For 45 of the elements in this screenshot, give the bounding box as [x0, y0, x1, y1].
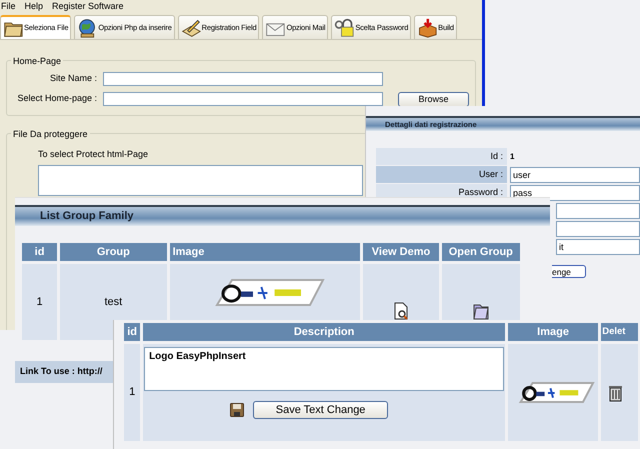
description-field[interactable]: Logo EasyPhpInsert: [144, 347, 504, 391]
text-field[interactable]: it: [556, 238, 640, 254]
globe-icon: [77, 18, 98, 38]
column-header: Group: [60, 243, 167, 261]
table-cell: 1: [22, 264, 58, 340]
open-group-button[interactable]: [472, 302, 490, 322]
column-header: Image: [170, 243, 360, 261]
field-label: Select Home-page :: [16, 92, 98, 106]
field-label: To select Protect html-Page: [38, 148, 150, 161]
text-field[interactable]: [556, 202, 640, 218]
menu-item[interactable]: Help: [24, 0, 44, 13]
field-label: Site Name :: [48, 72, 98, 86]
field-label: Id :: [376, 148, 507, 165]
menu-item[interactable]: Register Software: [52, 0, 124, 13]
browse-button[interactable]: Browse: [398, 92, 469, 106]
text-field[interactable]: pass: [510, 184, 640, 200]
menu-item[interactable]: File: [1, 0, 16, 13]
pencil-paper-icon: [180, 18, 201, 38]
column-header: Open Group: [442, 243, 520, 261]
text-field[interactable]: [556, 220, 640, 236]
window-title: List Group Family: [15, 205, 550, 226]
view-demo-button[interactable]: [393, 302, 409, 322]
column-header: id: [124, 323, 140, 341]
magnifier-document-icon: [393, 302, 409, 320]
text-area[interactable]: [38, 164, 363, 196]
column-header: id: [22, 243, 58, 261]
text-field[interactable]: [103, 92, 383, 106]
box-icon: [417, 18, 438, 38]
save-button[interactable]: Save Text Change: [252, 401, 388, 419]
change-button[interactable]: enge: [552, 265, 586, 278]
column-header: Image: [508, 323, 598, 341]
group-label: Home-Page: [11, 55, 64, 68]
column-header: Description: [143, 323, 505, 341]
column-header: View Demo: [363, 243, 439, 261]
trash-can-icon: [608, 384, 624, 402]
folder-icon: [472, 302, 490, 320]
table-cell: 1: [124, 344, 140, 441]
link-label: Link To use : http://: [15, 361, 113, 382]
text-field[interactable]: [103, 72, 383, 86]
column-header: Delet: [601, 323, 638, 341]
padlock-icon: [334, 18, 354, 38]
text-field[interactable]: user: [510, 166, 640, 182]
field-value: 1: [510, 150, 514, 162]
group-label: File Da proteggere: [11, 128, 90, 142]
field-label: User :: [376, 166, 507, 183]
